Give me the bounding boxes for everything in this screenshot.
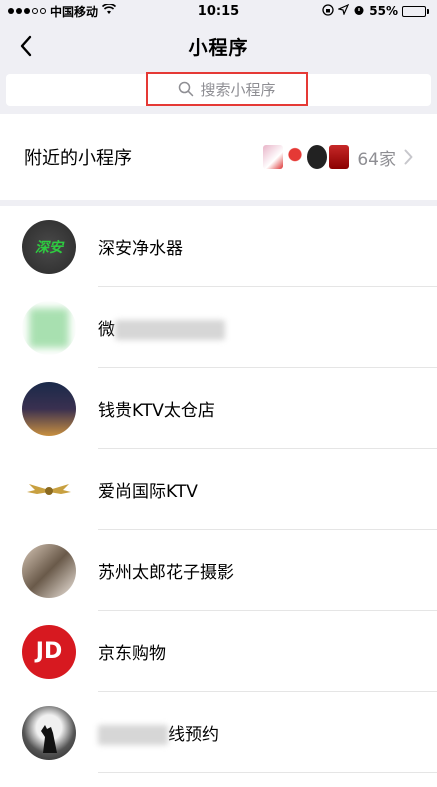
- list-item[interactable]: 微: [0, 287, 437, 368]
- nearby-mini-programs-row[interactable]: 附近的小程序 64家: [0, 114, 437, 200]
- search-placeholder: 搜索小程序: [200, 80, 276, 99]
- list-item-label: 深安净水器: [98, 239, 183, 259]
- nearby-logos: [263, 145, 350, 169]
- list-item-label: 爱尚国际KTV: [98, 482, 198, 502]
- signal-icon: [8, 8, 46, 14]
- location-icon: [337, 3, 350, 18]
- wolf-icon: [41, 724, 57, 753]
- back-button[interactable]: [8, 28, 44, 64]
- rotation-lock-icon: [322, 3, 334, 19]
- list-item-label: 苏州太郎花子摄影: [98, 563, 234, 583]
- nearby-logo-1: [263, 145, 284, 169]
- list-item[interactable]: 线预约: [0, 692, 437, 773]
- list-item-label: 微: [98, 315, 225, 340]
- avatar: [22, 462, 76, 517]
- nearby-logo-3: [307, 145, 328, 169]
- list-item[interactable]: 苏州太郎花子摄影: [0, 530, 437, 611]
- wings-logo-icon: [27, 483, 71, 495]
- avatar: [22, 705, 76, 760]
- avatar-text: 深安: [35, 239, 63, 256]
- avatar-text: JD: [35, 639, 63, 664]
- status-time: 10:15: [197, 3, 240, 19]
- nav-bar: 小程序: [0, 22, 437, 70]
- list-item[interactable]: 深安 深安净水器: [0, 206, 437, 287]
- status-bar: 中国移动 10:15 55%: [0, 0, 437, 22]
- alarm-icon: [353, 4, 365, 19]
- wifi-icon: [101, 3, 117, 18]
- nearby-count: 64家: [357, 149, 396, 170]
- page-title: 小程序: [188, 36, 249, 59]
- battery-percent: 55%: [369, 4, 398, 18]
- chevron-left-icon: [20, 35, 32, 57]
- avatar: 深安: [22, 219, 76, 274]
- nearby-logo-4: [329, 145, 350, 169]
- list-item[interactable]: 爱尚国际KTV: [0, 449, 437, 530]
- avatar: JD: [22, 624, 76, 679]
- list-item-label: 京东购物: [98, 644, 166, 664]
- nearby-logo-2: [285, 145, 306, 169]
- avatar: [22, 543, 76, 598]
- search-bar[interactable]: 搜索小程序: [6, 72, 431, 106]
- list-item[interactable]: JD 京东购物: [0, 611, 437, 692]
- list-item-label: 线预约: [98, 720, 219, 745]
- avatar: [22, 300, 76, 355]
- search-input[interactable]: 搜索小程序: [146, 72, 308, 106]
- carrier-label: 中国移动: [50, 4, 99, 19]
- status-left: 中国移动: [8, 3, 117, 20]
- status-right: 55%: [322, 3, 429, 19]
- mini-program-list: 深安 深安净水器 微 钱贵KTV太仓店 爱尚国际KTV 苏州太郎花子摄影 JD …: [0, 206, 437, 787]
- battery-icon: [402, 5, 429, 17]
- chevron-right-icon: [404, 149, 413, 165]
- avatar: [22, 381, 76, 436]
- list-item-label: 钱贵KTV太仓店: [98, 401, 215, 421]
- search-icon: [179, 81, 194, 97]
- list-item[interactable]: 钱贵KTV太仓店: [0, 368, 437, 449]
- nearby-label: 附近的小程序: [24, 148, 132, 169]
